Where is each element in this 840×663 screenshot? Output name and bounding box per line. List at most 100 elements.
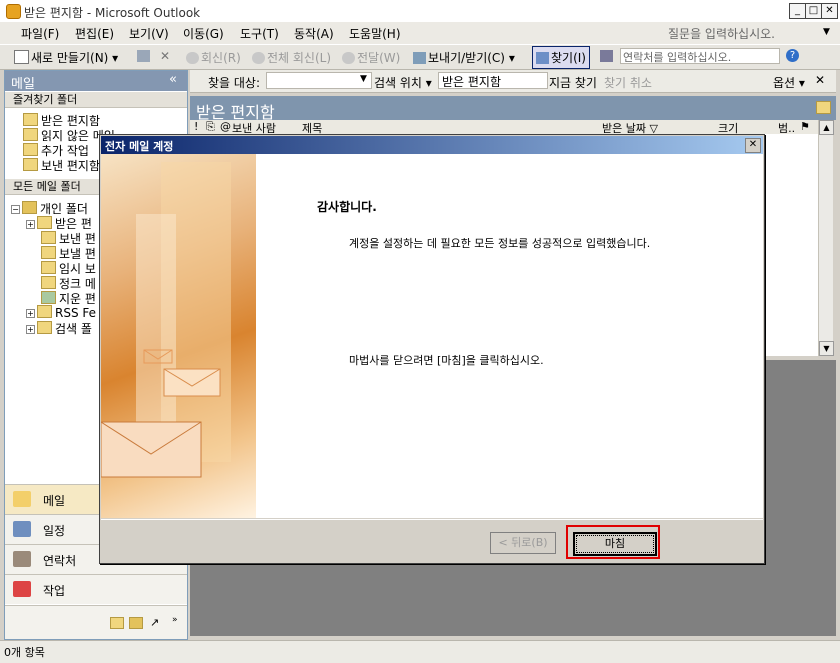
print-button[interactable] xyxy=(137,49,152,63)
new-button[interactable]: 새로 만들기(N) ▾ xyxy=(14,49,118,66)
menu-view[interactable]: 보기(V) xyxy=(129,25,169,42)
expand-icon[interactable]: + xyxy=(26,309,35,318)
inbox-folder-icon xyxy=(23,113,38,126)
dialog-button-bar: < 뒤로(B) 마침 xyxy=(101,519,763,563)
fav-sent[interactable]: 보낸 편지함 xyxy=(23,157,100,174)
scroll-up-icon[interactable]: ▲ xyxy=(819,120,834,135)
collapse-icon[interactable]: − xyxy=(11,205,20,214)
nav-tasks-button[interactable]: 작업 xyxy=(5,574,187,604)
folder-banner: 받은 편지함 xyxy=(190,96,836,122)
find-target-dropdown-icon[interactable]: ▼ xyxy=(360,74,367,84)
print-icon xyxy=(137,50,150,62)
dialog-message: 계정을 설정하는 데 필요한 모든 정보를 성공적으로 입력했습니다. xyxy=(349,237,651,250)
clear-search-button[interactable]: 찾기 취소 xyxy=(604,74,652,91)
options-button[interactable]: 옵션 ▾ xyxy=(773,74,805,91)
back-button[interactable]: < 뒤로(B) xyxy=(490,532,556,554)
tree-rss[interactable]: + RSS Fe xyxy=(26,305,96,320)
search-folder-icon xyxy=(37,321,52,334)
nav-pane-header: 메일 « xyxy=(5,71,187,92)
maximize-button[interactable]: □ xyxy=(805,3,822,19)
find-button[interactable]: 찾기(I) xyxy=(532,46,590,69)
dialog-instruction: 마법사를 닫으려면 [마침]을 클릭하십시오. xyxy=(349,354,544,367)
deleted-items-icon xyxy=(41,291,56,304)
menu-edit[interactable]: 편집(E) xyxy=(75,25,114,42)
email-account-dialog: 전자 메일 계정 ✕ 감사합니다. 계정을 설정하는 데 필요한 모든 정보를 … xyxy=(99,134,765,564)
calendar-icon xyxy=(13,521,31,537)
menu-tools[interactable]: 도구(T) xyxy=(240,25,279,42)
tasks-icon xyxy=(13,581,31,597)
forward-button[interactable]: 전달(W) xyxy=(342,49,400,66)
close-button[interactable]: ✕ xyxy=(821,3,838,19)
find-icon xyxy=(536,52,549,64)
forward-icon xyxy=(342,52,355,64)
attachment-column-icon[interactable]: @ xyxy=(220,120,231,133)
menu-file[interactable]: 파일(F) xyxy=(21,25,59,42)
close-find-icon[interactable]: ✕ xyxy=(815,73,825,87)
reply-all-icon xyxy=(252,52,265,64)
contact-search-input[interactable]: 연락처를 입력하십시오. xyxy=(620,48,780,64)
reply-all-button[interactable]: 전체 회신(L) xyxy=(252,49,331,66)
search-scope-button[interactable]: 검색 위치 ▾ xyxy=(374,74,432,91)
dialog-title: 전자 메일 계정 xyxy=(105,140,174,153)
shortcuts-icon[interactable]: ↗ xyxy=(150,616,159,629)
help-question-input[interactable]: 질문을 입력하십시오. xyxy=(668,25,775,42)
dialog-title-bar: 전자 메일 계정 ✕ xyxy=(101,136,763,154)
sent-folder-icon xyxy=(23,158,38,171)
standard-toolbar: 새로 만들기(N) ▾ ✕ 회신(R) 전체 회신(L) 전달(W) 보내기/받… xyxy=(0,44,840,70)
reply-button[interactable]: 회신(R) xyxy=(186,49,241,66)
configure-buttons-icon[interactable]: » xyxy=(172,615,178,625)
collapse-nav-icon[interactable]: « xyxy=(169,72,177,87)
window-title: 받은 편지함 - Microsoft Outlook xyxy=(24,6,201,20)
menu-actions[interactable]: 동작(A) xyxy=(294,25,334,42)
send-receive-icon xyxy=(413,52,426,64)
personal-folders-icon xyxy=(22,201,37,214)
expand-icon[interactable]: + xyxy=(26,220,35,229)
tree-search-folders[interactable]: + 검색 폴 xyxy=(26,320,92,337)
reply-icon xyxy=(186,52,199,64)
delete-icon: ✕ xyxy=(160,49,171,63)
dialog-body: 감사합니다. 계정을 설정하는 데 필요한 모든 정보를 성공적으로 입력했습니… xyxy=(101,154,763,518)
find-bar: 찾을 대상: ▼ 검색 위치 ▾ 받은 편지함 지금 찾기 찾기 취소 옵션 ▾… xyxy=(190,70,836,93)
help-icon[interactable]: ? xyxy=(786,49,799,62)
status-bar: 0개 항목 xyxy=(0,640,840,663)
find-now-button[interactable]: 지금 찾기 xyxy=(549,74,597,91)
junk-folder-icon xyxy=(41,276,56,289)
importance-column-icon[interactable]: ! xyxy=(194,120,198,133)
delete-button[interactable]: ✕ xyxy=(160,49,170,63)
address-book-icon[interactable] xyxy=(600,49,615,63)
nav-shortcut-bar: ↗ » xyxy=(5,605,187,639)
message-list-scrollbar[interactable]: ▲ ▼ xyxy=(818,120,834,356)
inbox-folder-icon xyxy=(37,216,52,229)
menu-go[interactable]: 이동(G) xyxy=(183,25,224,42)
minimize-button[interactable]: _ xyxy=(789,3,806,19)
find-target-label: 찾을 대상: xyxy=(208,76,261,90)
search-folder-icon xyxy=(23,128,38,141)
flag-column-icon[interactable]: ⚑ xyxy=(800,120,810,133)
contacts-icon xyxy=(13,551,31,567)
envelope-icon xyxy=(101,162,231,478)
drafts-folder-icon xyxy=(41,261,56,274)
new-mail-icon xyxy=(14,50,29,64)
find-target-input[interactable] xyxy=(266,72,372,89)
search-folder-icon xyxy=(23,143,38,156)
folder-icon xyxy=(816,101,831,114)
mail-icon xyxy=(13,491,31,507)
dialog-close-button[interactable]: ✕ xyxy=(745,138,761,153)
folder-list-icon[interactable] xyxy=(129,617,143,629)
scroll-down-icon[interactable]: ▼ xyxy=(819,341,834,356)
outlook-app-icon xyxy=(6,4,21,19)
menu-bar: 파일(F) 편집(E) 보기(V) 이동(G) 도구(T) 동작(A) 도움말(… xyxy=(0,22,840,44)
search-scope-value[interactable]: 받은 편지함 xyxy=(438,72,548,89)
message-list-header: ! ⎘ @ 보낸 사람 제목 받은 날짜 ▽ 크기 범.. ⚑ xyxy=(190,120,830,135)
notes-icon[interactable] xyxy=(110,617,124,629)
attachment-column-icon[interactable]: ⎘ xyxy=(206,120,215,134)
menu-help[interactable]: 도움말(H) xyxy=(349,25,401,42)
title-bar: 받은 편지함 - Microsoft Outlook _ □ ✕ xyxy=(0,0,840,23)
help-dropdown-icon[interactable]: ▼ xyxy=(823,27,830,37)
expand-icon[interactable]: + xyxy=(26,325,35,334)
finish-button[interactable]: 마침 xyxy=(573,532,657,556)
send-receive-button[interactable]: 보내기/받기(C) ▾ xyxy=(413,49,515,66)
status-item-count: 0개 항목 xyxy=(4,646,45,659)
outbox-folder-icon xyxy=(41,246,56,259)
wizard-envelope-art xyxy=(101,154,256,518)
